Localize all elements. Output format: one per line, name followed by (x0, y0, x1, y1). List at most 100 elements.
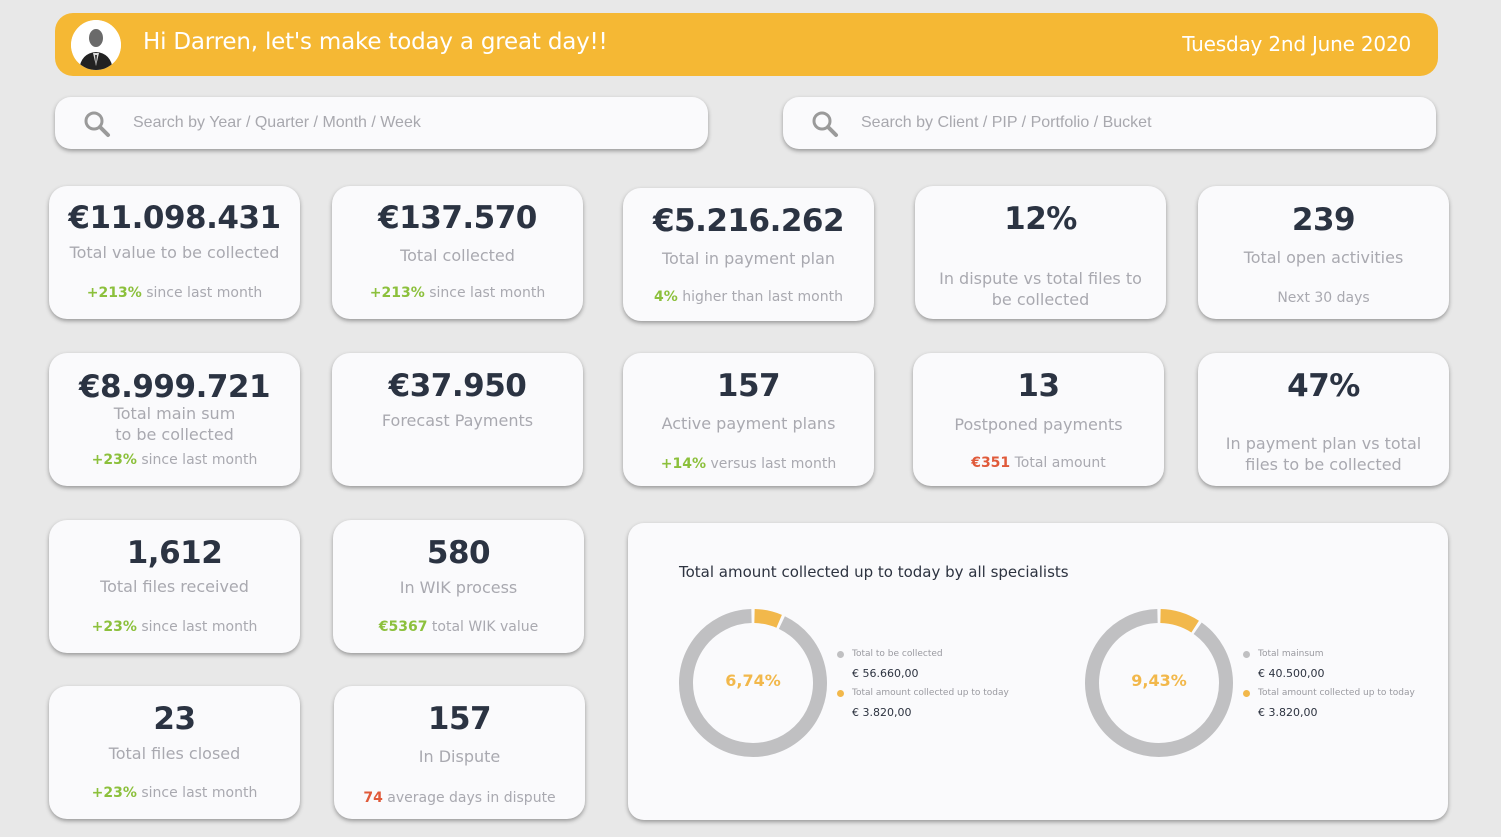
kpi-card-files-received[interactable]: 1,612 Total files received +23% since la… (49, 520, 300, 653)
kpi-value: €5.216.262 (652, 203, 845, 239)
legend-amount: € 56.660,00 (852, 667, 919, 680)
kpi-value: €137.570 (378, 200, 537, 236)
legend-label: Total to be collected (852, 649, 943, 659)
kpi-value: 47% (1287, 368, 1360, 404)
kpi-change: +213% (86, 285, 142, 301)
kpi-card-dispute-ratio[interactable]: 12% In dispute vs total files to be coll… (915, 186, 1166, 319)
kpi-footnote: +213% since last month (332, 285, 583, 301)
kpi-card-total-collected[interactable]: €137.570 Total collected +213% since las… (332, 186, 583, 319)
client-search-bar[interactable] (783, 97, 1436, 149)
search-icon (84, 111, 110, 137)
kpi-label: Forecast Payments (381, 411, 534, 430)
kpi-card-postponed-payments[interactable]: 13 Postponed payments €351 Total amount (913, 353, 1164, 486)
kpi-footnote-text: since last month (141, 285, 263, 301)
kpi-label: Total collected (400, 246, 515, 265)
kpi-footnote: 4% higher than last month (623, 289, 874, 305)
period-search-bar[interactable] (55, 97, 708, 149)
legend-item: Total amount collected up to today (1243, 684, 1415, 703)
kpi-label: In Dispute (418, 747, 501, 766)
kpi-value: €37.950 (388, 368, 527, 404)
client-search-input[interactable] (861, 109, 1401, 137)
kpi-change: 4% (654, 289, 678, 305)
donut-slice-collected[interactable] (754, 609, 782, 628)
current-date: Tuesday 2nd June 2020 (1182, 32, 1411, 56)
kpi-card-open-activities[interactable]: 239 Total open activities Next 30 days (1198, 186, 1449, 319)
kpi-value: 23 (153, 701, 196, 737)
kpi-change: +213% (369, 285, 425, 301)
legend-item: Total mainsum (1243, 645, 1415, 664)
greeting-text: Hi Darren, let's make today a great day!… (143, 29, 608, 55)
kpi-label: Total main sum to be collected (113, 404, 236, 444)
kpi-label: Postponed payments (954, 415, 1123, 434)
kpi-label: In dispute vs total files to be collecte… (939, 269, 1142, 309)
legend-amount: € 3.820,00 (852, 706, 912, 719)
kpi-days: 74 (363, 790, 383, 806)
legend-dot-gray (837, 651, 844, 658)
kpi-card-main-sum[interactable]: €8.999.721 Total main sum to be collecte… (49, 353, 300, 486)
donut-center-percentage: 9,43% (1131, 671, 1187, 690)
user-photo-icon (71, 20, 121, 70)
kpi-value: 12% (1004, 201, 1077, 237)
donut-legend: Total mainsum € 40.500,00 Total amount c… (1243, 645, 1415, 723)
legend-label: Total mainsum (1258, 649, 1324, 659)
donut-slice-collected[interactable] (1160, 609, 1199, 633)
kpi-label: Total files received (100, 577, 249, 596)
kpi-value: 157 (427, 701, 492, 737)
kpi-footnote-text: higher than last month (677, 289, 843, 305)
kpi-footnote: +23% since last month (49, 785, 300, 801)
kpi-change: +23% (91, 619, 137, 635)
kpi-label: Total files closed (108, 744, 241, 763)
kpi-change: +23% (91, 452, 137, 468)
period-search-input[interactable] (133, 109, 673, 137)
kpi-footnote-text: since last month (136, 785, 258, 801)
kpi-card-active-plans[interactable]: 157 Active payment plans +14% versus las… (623, 353, 874, 486)
legend-dot-yellow (837, 690, 844, 697)
kpi-card-in-dispute[interactable]: 157 In Dispute 74 average days in disput… (334, 686, 585, 819)
kpi-wik-value: €5367 (378, 619, 428, 635)
kpi-value: €8.999.721 (78, 369, 271, 405)
legend-dot-gray (1243, 651, 1250, 658)
donut-legend: Total to be collected € 56.660,00 Total … (837, 645, 1009, 723)
donut-center-percentage: 6,74% (725, 671, 781, 690)
donut-chart-total-to-collect[interactable]: 6,74% (678, 608, 828, 758)
kpi-footnote-text: since last month (424, 285, 546, 301)
donut-chart-mainsum[interactable]: 9,43% (1084, 608, 1234, 758)
kpi-footnote: €5367 total WIK value (333, 619, 584, 635)
kpi-footnote-text: since last month (136, 619, 258, 635)
legend-amount: € 40.500,00 (1258, 667, 1325, 680)
search-icon (812, 111, 838, 137)
welcome-banner: Hi Darren, let's make today a great day!… (55, 13, 1438, 76)
kpi-footnote: 74 average days in dispute (334, 790, 585, 806)
kpi-card-payment-plan[interactable]: €5.216.262 Total in payment plan 4% high… (623, 188, 874, 321)
kpi-card-payment-plan-ratio[interactable]: 47% In payment plan vs total files to be… (1198, 353, 1449, 486)
kpi-value: 580 (426, 535, 491, 571)
kpi-card-files-closed[interactable]: 23 Total files closed +23% since last mo… (49, 686, 300, 819)
kpi-label: Active payment plans (661, 414, 836, 433)
kpi-footnote: €351 Total amount (913, 455, 1164, 471)
kpi-amount: €351 (971, 455, 1011, 471)
kpi-label: In payment plan vs total files to be col… (1225, 434, 1422, 474)
kpi-value: €11.098.431 (68, 200, 281, 236)
legend-amount: € 3.820,00 (1258, 706, 1318, 719)
kpi-value: 157 (716, 368, 781, 404)
legend-item: Total amount collected up to today (837, 684, 1009, 703)
chart-title: Total amount collected up to today by al… (679, 563, 1069, 581)
kpi-card-wik-process[interactable]: 580 In WIK process €5367 total WIK value (333, 520, 584, 653)
kpi-footnote-text: versus last month (706, 456, 837, 472)
kpi-footnote: Next 30 days (1277, 290, 1370, 306)
kpi-card-total-value[interactable]: €11.098.431 Total value to be collected … (49, 186, 300, 319)
avatar[interactable] (71, 20, 121, 70)
kpi-value: 13 (1017, 368, 1060, 404)
legend-item: Total to be collected (837, 645, 1009, 664)
kpi-footnote-text: since last month (136, 452, 258, 468)
kpi-value: 239 (1291, 202, 1356, 238)
kpi-footnote: +23% since last month (49, 452, 300, 468)
kpi-footnote-text: Total amount (1010, 455, 1106, 471)
collected-chart-panel: Total amount collected up to today by al… (628, 523, 1448, 820)
kpi-value: 1,612 (126, 535, 223, 571)
kpi-change: +14% (660, 456, 707, 472)
kpi-card-forecast-payments[interactable]: €37.950 Forecast Payments (332, 353, 583, 486)
kpi-change: +23% (91, 785, 137, 801)
legend-label: Total amount collected up to today (1258, 688, 1415, 698)
kpi-footnote: +23% since last month (49, 619, 300, 635)
